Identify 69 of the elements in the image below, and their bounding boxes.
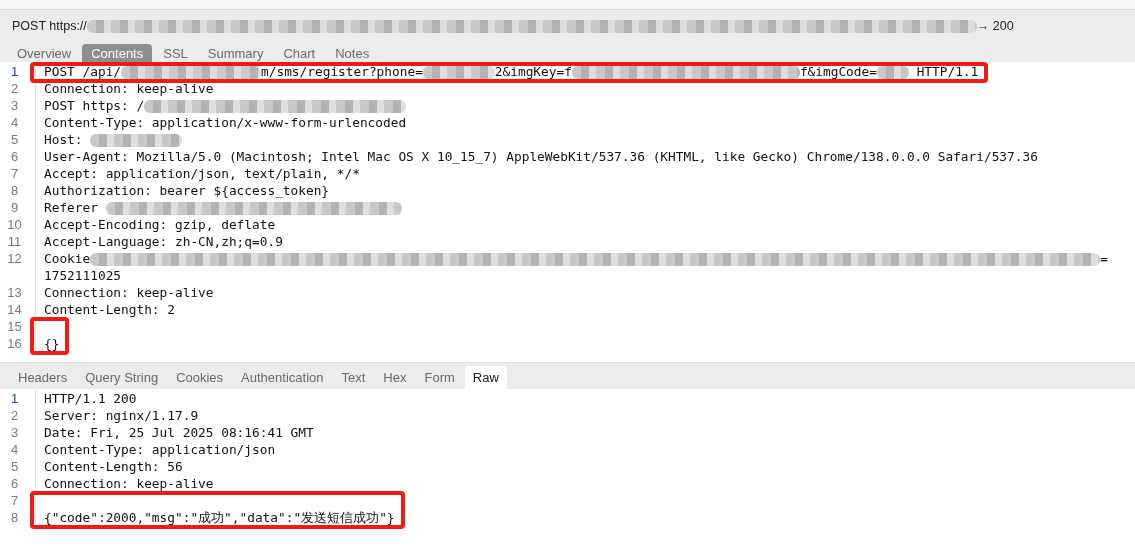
code-text: m/sms/register?phone= bbox=[261, 64, 423, 79]
line-number: 4 bbox=[10, 442, 19, 457]
line-number: 7 bbox=[10, 493, 19, 508]
code-text: POST /api/ bbox=[44, 64, 122, 79]
tab[interactable]: Overview bbox=[8, 44, 81, 62]
code-text: Host: bbox=[44, 132, 84, 147]
tab[interactable]: Contents bbox=[82, 44, 153, 62]
code-text: Server: nginx/1.17.9 bbox=[44, 408, 199, 423]
tab[interactable]: Query String bbox=[77, 366, 167, 389]
tab[interactable]: Raw bbox=[464, 366, 507, 389]
code-text: = bbox=[1100, 251, 1108, 266]
code-text: {} bbox=[44, 336, 60, 351]
code-text: 1752111025 bbox=[44, 268, 122, 283]
line-number: 9 bbox=[10, 200, 19, 215]
code-text: Content-Length: 2 bbox=[44, 302, 175, 317]
line-number: 5 bbox=[10, 132, 19, 147]
code-text: HTTP/1.1 bbox=[915, 64, 979, 79]
code-text: f&imgCode= bbox=[799, 64, 877, 79]
code-text: {"code":2000,"msg":"成功","data":"发送短信成功"} bbox=[44, 510, 395, 525]
line-number: 2 bbox=[10, 81, 19, 96]
line-number: 11 bbox=[7, 234, 22, 249]
tab[interactable]: Authentication bbox=[233, 366, 332, 389]
code-text: HTTP/1.1 200 bbox=[44, 391, 137, 406]
tab[interactable]: Summary bbox=[198, 44, 273, 62]
code-text: Content-Length: 56 bbox=[44, 459, 183, 474]
line-number: 7 bbox=[10, 166, 19, 181]
line-number: 6 bbox=[10, 149, 19, 164]
code-text: Connection: keep-alive bbox=[44, 285, 214, 300]
line-number: 6 bbox=[10, 476, 19, 491]
line-number: 4 bbox=[10, 115, 19, 130]
tab[interactable]: Notes bbox=[326, 44, 379, 62]
line-number: 8 bbox=[10, 183, 19, 198]
code-text: Accept: application/json, text/plain, */* bbox=[44, 166, 360, 181]
tab[interactable]: Text bbox=[333, 366, 374, 389]
tab[interactable]: Headers bbox=[10, 366, 76, 389]
line-number: 14 bbox=[7, 302, 22, 317]
code-text: Content-Type: application/json bbox=[44, 442, 276, 457]
line-number: 1 bbox=[10, 64, 19, 79]
tab[interactable]: Chart bbox=[274, 44, 325, 62]
code-text: Connection: keep-alive bbox=[44, 81, 214, 96]
tab[interactable]: Hex bbox=[375, 366, 415, 389]
request-title: → 200 bbox=[976, 19, 1014, 33]
line-number: 13 bbox=[7, 285, 22, 300]
tab[interactable]: Cookies bbox=[168, 366, 232, 389]
line-number: 1 bbox=[10, 391, 19, 406]
code-text: POST https: / bbox=[44, 98, 145, 113]
line-number: 10 bbox=[7, 217, 22, 232]
code-text: Date: Fri, 25 Jul 2025 08:16:41 GMT bbox=[44, 425, 314, 440]
line-number: 5 bbox=[10, 459, 19, 474]
code-text: Content-Type: application/x-www-form-urlencoded bbox=[44, 115, 407, 130]
code-text: Accept-Language: zh-CN,zh;q=0.9 bbox=[44, 234, 283, 249]
line-number: 12 bbox=[7, 251, 22, 266]
code-text: Accept-Encoding: gzip, deflate bbox=[44, 217, 276, 232]
code-text: Authorization: bearer ${access_token} bbox=[44, 183, 330, 198]
code-text: 2&imgKey=f bbox=[494, 64, 572, 79]
tab[interactable]: Form bbox=[416, 366, 463, 389]
line-number: 3 bbox=[10, 425, 19, 440]
tab[interactable]: SSL bbox=[154, 44, 197, 62]
line-number: 8 bbox=[10, 510, 19, 525]
code-text: Connection: keep-alive bbox=[44, 476, 214, 491]
code-text: User-Agent: Mozilla/5.0 (Macintosh; Intel Mac OS X 10_15_7) AppleWebKit/537.36 (KHTML, like Gecko) Chrome/138.0.0.0 Safari/537.36 bbox=[44, 149, 1038, 164]
line-number: 3 bbox=[10, 98, 19, 113]
code-text: Referer bbox=[44, 200, 99, 215]
line-number: 16 bbox=[7, 336, 22, 351]
request-title: POST https:// bbox=[12, 19, 87, 33]
line-number: 15 bbox=[7, 319, 22, 334]
redacted-block bbox=[876, 66, 909, 79]
code-text: Cookie bbox=[44, 251, 91, 266]
line-number: 2 bbox=[10, 408, 19, 423]
